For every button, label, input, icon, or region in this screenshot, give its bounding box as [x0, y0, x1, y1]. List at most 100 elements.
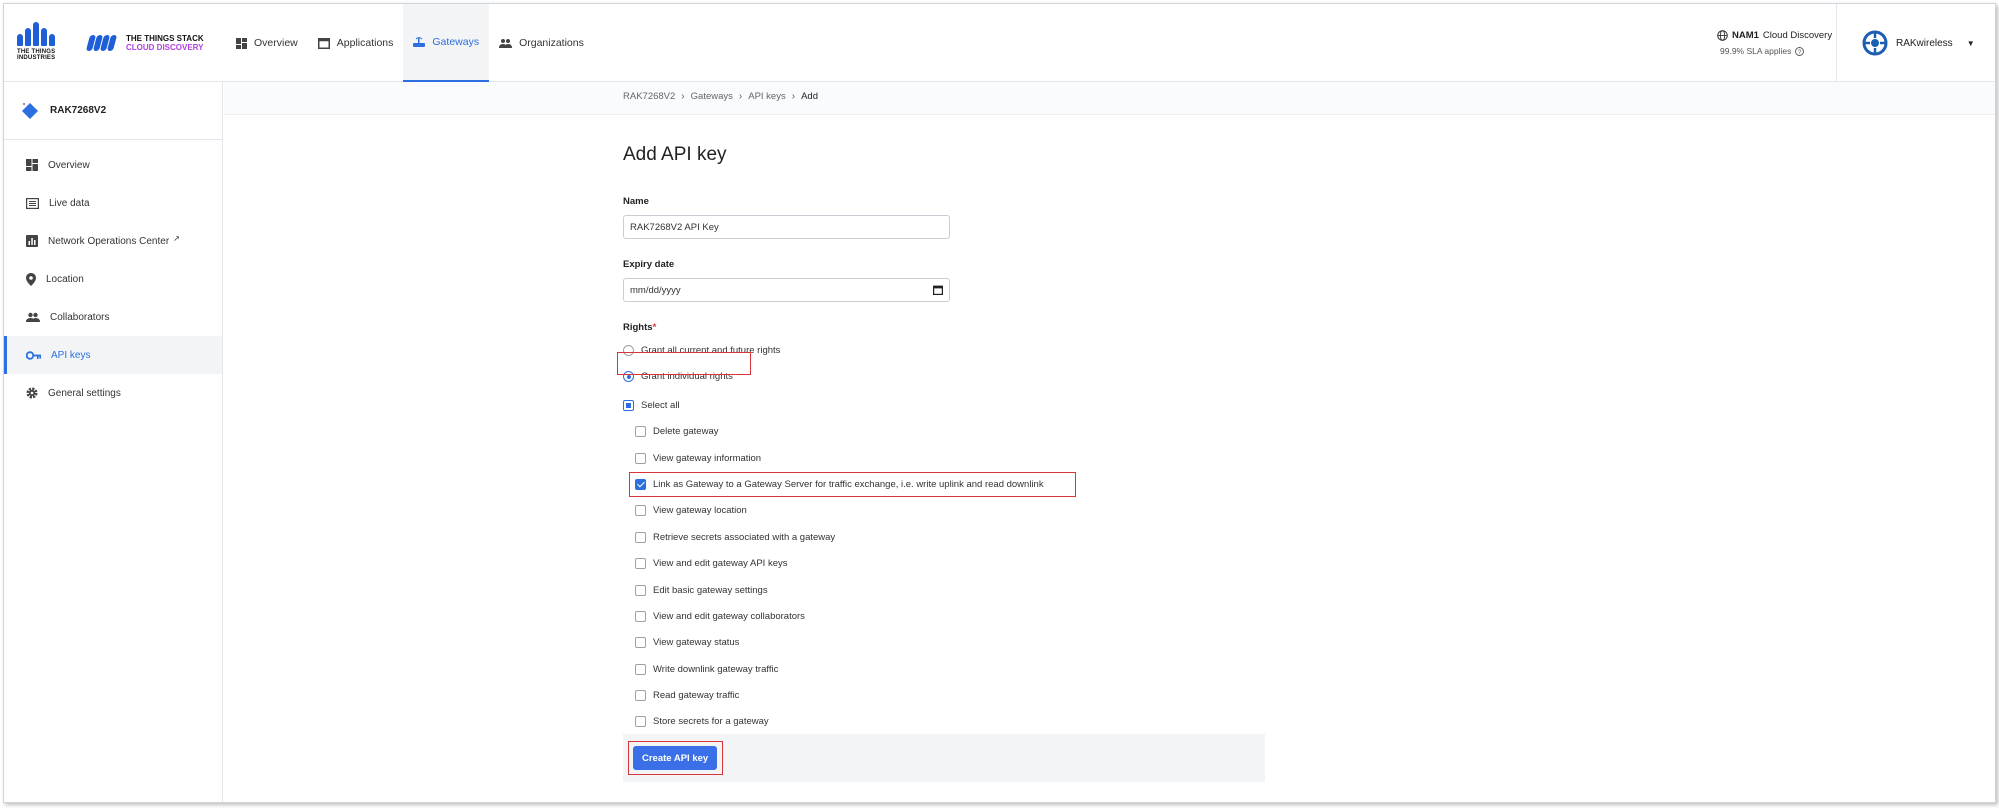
right-view-gateway-location[interactable]: View gateway location — [635, 498, 1263, 524]
nav-applications[interactable]: Applications — [308, 4, 404, 82]
sidebar-item-live-data[interactable]: Live data — [4, 184, 222, 222]
breadcrumb-bar: RAK7268V2 › Gateways › API keys › Add — [224, 82, 1995, 115]
required-marker: * — [652, 322, 657, 333]
right-checkbox[interactable] — [635, 716, 646, 728]
user-name: RAKwireless — [1896, 37, 1953, 49]
rights-label-text: Rights — [623, 322, 653, 333]
right-checkbox[interactable] — [635, 452, 646, 464]
globe-icon — [1717, 30, 1728, 41]
sidebar-item-api-keys[interactable]: API keys — [4, 336, 222, 374]
right-checkbox[interactable] — [635, 426, 646, 438]
sidebar-item-label: Collaborators — [50, 311, 110, 323]
people-icon — [26, 312, 40, 322]
right-view-gateway-info[interactable]: View gateway information — [635, 445, 1263, 471]
rights-label: Rights* — [623, 322, 1263, 333]
tti-logo[interactable]: THE THINGS INDUSTRIES — [17, 22, 59, 66]
things-stack-mark-icon — [85, 34, 120, 52]
location-pin-icon — [26, 272, 36, 286]
right-checkbox[interactable] — [635, 505, 646, 517]
sidebar-item-label: Network Operations Center — [48, 235, 170, 247]
breadcrumb-current: Add — [801, 91, 818, 102]
header-divider — [1836, 4, 1837, 82]
right-checkbox[interactable] — [635, 584, 646, 596]
right-checkbox[interactable] — [635, 637, 646, 649]
gear-icon — [26, 387, 38, 399]
sidebar-item-label: API keys — [51, 349, 91, 361]
cluster-info[interactable]: NAM1 Cloud Discovery 99.9% SLA applies ? — [1717, 30, 1832, 56]
cluster-name: NAM1 — [1732, 30, 1759, 41]
sidebar-item-location[interactable]: Location — [4, 260, 222, 298]
sidebar-item-overview[interactable]: Overview — [4, 146, 222, 184]
gateway-icon — [413, 36, 426, 47]
right-label: Edit basic gateway settings — [653, 584, 768, 596]
link-right-highlight — [629, 472, 1076, 498]
main-nav: Overview Applications Gateways Organizat… — [226, 4, 594, 82]
select-all-option[interactable]: Select all — [623, 392, 1263, 419]
right-read-traffic[interactable]: Read gateway traffic — [635, 682, 1263, 708]
nav-gateways[interactable]: Gateways — [403, 4, 490, 82]
help-icon[interactable]: ? — [1795, 46, 1805, 56]
nav-overview[interactable]: Overview — [226, 4, 308, 82]
right-delete-gateway[interactable]: Delete gateway — [635, 419, 1263, 445]
add-api-key-form: Add API key Name RAK7268V2 API Key Expir… — [617, 144, 1263, 735]
right-edit-api-keys[interactable]: View and edit gateway API keys — [635, 550, 1263, 576]
bar-chart-icon — [26, 235, 38, 247]
right-link-gateway-server[interactable]: Link as Gateway to a Gateway Server for … — [629, 471, 1263, 498]
stack-title: THE THINGS STACK — [126, 34, 204, 43]
create-api-key-button[interactable]: Create API key — [633, 746, 718, 770]
select-all-checkbox[interactable] — [623, 399, 634, 411]
window-icon — [317, 37, 330, 49]
gateway-diamond-icon — [22, 102, 38, 119]
right-edit-basic-settings[interactable]: Edit basic gateway settings — [635, 577, 1263, 603]
right-label: Retrieve secrets associated with a gatew… — [653, 531, 836, 543]
app-window: THE THINGS INDUSTRIES THE THINGS STACK C… — [3, 3, 1996, 803]
chevron-right-icon: › — [738, 91, 743, 102]
right-label: Delete gateway — [653, 426, 719, 438]
calendar-icon[interactable] — [933, 285, 943, 295]
caret-down-icon: ▼ — [1966, 38, 1975, 48]
user-menu[interactable]: RAKwireless ▼ — [1862, 30, 1975, 56]
breadcrumb-api-keys[interactable]: API keys — [748, 91, 786, 102]
right-checkbox[interactable] — [635, 690, 646, 702]
nav-applications-label: Applications — [336, 37, 394, 49]
key-icon — [26, 350, 41, 360]
right-write-downlink[interactable]: Write downlink gateway traffic — [635, 656, 1263, 682]
chevron-right-icon: › — [681, 91, 685, 102]
breadcrumb-gateway[interactable]: RAK7268V2 — [623, 91, 675, 102]
rakwireless-avatar-icon — [1862, 30, 1888, 56]
right-store-secrets[interactable]: Store secrets for a gateway — [635, 709, 1263, 735]
sidebar-item-label: Live data — [49, 197, 90, 209]
chevron-right-icon: › — [791, 91, 796, 102]
expiry-date-placeholder: mm/dd/yyyy — [630, 284, 681, 296]
list-alt-icon — [26, 197, 39, 209]
right-retrieve-secrets[interactable]: Retrieve secrets associated with a gatew… — [635, 524, 1263, 550]
right-label: Write downlink gateway traffic — [653, 663, 779, 675]
expiry-date-input[interactable]: mm/dd/yyyy — [623, 278, 950, 302]
right-checkbox[interactable] — [635, 531, 646, 543]
sidebar-gateway-header: RAK7268V2 — [4, 82, 222, 140]
cluster-label: Cloud Discovery — [1762, 30, 1833, 41]
nav-organizations[interactable]: Organizations — [489, 4, 594, 82]
sidebar-item-general-settings[interactable]: General settings — [4, 374, 222, 412]
name-input[interactable]: RAK7268V2 API Key — [623, 215, 950, 239]
right-edit-collaborators[interactable]: View and edit gateway collaborators — [635, 603, 1263, 629]
sidebar-item-collaborators[interactable]: Collaborators — [4, 298, 222, 336]
form-submit-bar: Create API key — [623, 734, 1265, 782]
right-view-status[interactable]: View gateway status — [635, 630, 1263, 656]
name-label: Name — [623, 196, 649, 207]
grant-individual-highlight — [617, 352, 751, 375]
right-checkbox[interactable] — [635, 663, 646, 675]
expiry-date-label: Expiry date — [623, 259, 675, 270]
things-stack-logo[interactable]: THE THINGS STACK CLOUD DISCOVERY — [85, 34, 204, 52]
sidebar-item-noc[interactable]: Network Operations Center ↗ — [4, 222, 222, 260]
right-label: Store secrets for a gateway — [653, 716, 769, 728]
top-header: THE THINGS INDUSTRIES THE THINGS STACK C… — [4, 4, 1995, 82]
tti-logo-bars-icon — [17, 22, 59, 46]
dashboard-icon — [236, 37, 247, 49]
right-label: View gateway location — [653, 505, 747, 517]
breadcrumb-gateways[interactable]: Gateways — [691, 91, 733, 102]
right-checkbox[interactable] — [635, 558, 646, 570]
sidebar-item-label: General settings — [48, 387, 121, 399]
nav-gateways-label: Gateways — [432, 36, 480, 48]
right-checkbox[interactable] — [635, 610, 646, 622]
